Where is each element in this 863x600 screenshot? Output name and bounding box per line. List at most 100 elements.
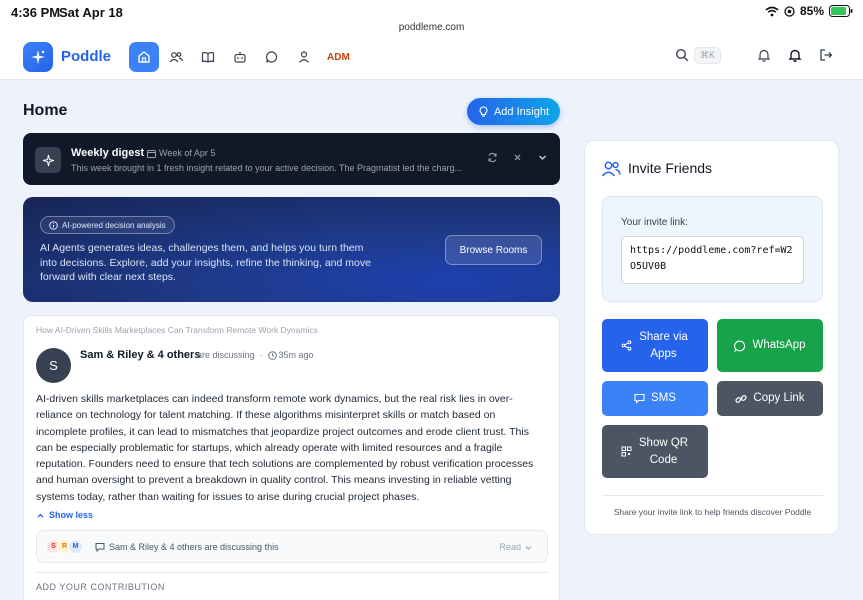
status-indicators: 85% [765, 4, 853, 18]
status-bar: 4:36 PM Sat Apr 18 poddleme.com 85% [0, 0, 863, 38]
users-icon [601, 161, 621, 177]
divider [36, 572, 548, 573]
user-icon [299, 51, 309, 63]
separator-dot: · [259, 350, 263, 360]
battery-percent: 85% [799, 4, 824, 18]
discussion-bar[interactable]: S R M Sam & Riley & 4 others are discuss… [36, 530, 548, 563]
brand-name[interactable]: Poddle [61, 48, 111, 65]
main-nav: ADM [129, 42, 350, 72]
invite-link-label: Your invite link: [621, 217, 688, 228]
digest-controls [487, 152, 548, 163]
nav-home-button[interactable] [129, 42, 159, 72]
info-icon [49, 220, 58, 230]
close-icon[interactable] [512, 152, 523, 163]
bot-icon [234, 52, 246, 63]
participant-avatars: S R M [46, 539, 83, 554]
discussion-summary: Sam & Riley & 4 others are discussing th… [95, 542, 279, 552]
invite-link-box: Your invite link: https://poddleme.com?r… [602, 196, 823, 302]
qr-code-icon [621, 446, 631, 457]
chat-icon [266, 51, 278, 63]
digest-week-label: Week of Apr 5 [159, 148, 216, 158]
copy-link-button[interactable]: Copy Link [717, 381, 823, 416]
alerts-button[interactable] [785, 45, 805, 65]
message-icon [634, 393, 645, 404]
whatsapp-button[interactable]: WhatsApp [717, 319, 823, 372]
avatar[interactable]: S [36, 348, 71, 383]
show-less-button[interactable]: Show less [36, 510, 93, 520]
lightbulb-icon [479, 106, 488, 117]
chevron-up-icon [37, 513, 44, 517]
status-date: Sat Apr 18 [59, 5, 123, 20]
contribution-heading: ADD YOUR CONTRIBUTION [36, 582, 165, 592]
top-navbar: Poddle ADM ⌘K [0, 38, 863, 80]
post-status: are discussing [197, 350, 255, 360]
calendar-icon [147, 149, 156, 158]
sms-button[interactable]: SMS [602, 381, 708, 416]
copy-link-label: Copy Link [753, 392, 805, 404]
digest-week: Week of Apr 5 [147, 148, 215, 158]
post-meta: are discussing · 35m ago [197, 350, 314, 360]
search-shortcut: ⌘K [693, 46, 721, 64]
nav-actions: ⌘K [675, 45, 836, 65]
invite-title: Invite Friends [628, 160, 713, 176]
sms-label: SMS [651, 392, 676, 404]
refresh-icon[interactable] [487, 152, 498, 163]
logout-button[interactable] [816, 45, 836, 65]
nav-users-button[interactable] [161, 42, 191, 72]
wifi-icon [765, 6, 779, 16]
invite-footer-text: Share your invite link to help friends d… [613, 507, 812, 517]
show-qr-code-button[interactable]: Show QR Code [602, 425, 708, 478]
nav-agents-button[interactable] [225, 42, 255, 72]
read-toggle[interactable]: Read [499, 542, 533, 552]
add-insight-button[interactable]: Add Insight [467, 98, 560, 125]
divider [602, 495, 823, 496]
nav-chat-button[interactable] [257, 42, 287, 72]
chevron-down-icon [525, 545, 532, 550]
notifications-button[interactable] [754, 45, 774, 65]
post-author[interactable]: Sam & Riley & 4 others [80, 349, 200, 361]
invite-link-field[interactable]: https://poddleme.com?ref=W2O5UV0B [621, 236, 804, 284]
chevron-down-icon[interactable] [537, 152, 548, 163]
nav-profile-button[interactable] [289, 42, 319, 72]
show-qr-code-label: Show QR Code [638, 436, 689, 466]
share-via-apps-button[interactable]: Share via Apps [602, 319, 708, 372]
digest-title: Weekly digest [71, 147, 145, 159]
weekly-digest-banner[interactable]: Weekly digest Week of Apr 5 This week br… [23, 133, 560, 185]
share-icon [621, 340, 631, 351]
status-time: 4:36 PM [11, 5, 61, 20]
home-icon [138, 51, 150, 63]
search-icon[interactable] [675, 48, 689, 62]
ai-badge: AI-powered decision analysis [40, 216, 175, 234]
battery-icon [829, 5, 853, 17]
clock-icon [267, 350, 277, 360]
logo-icon[interactable] [23, 42, 53, 72]
read-label: Read [499, 542, 521, 552]
invite-friends-panel: Invite Friends Your invite link: https:/… [584, 140, 839, 535]
ai-hero-banner: AI-powered decision analysis AI Agents g… [23, 197, 560, 302]
nav-library-button[interactable] [193, 42, 223, 72]
link-icon [735, 394, 748, 403]
show-less-label: Show less [49, 510, 94, 520]
browser-url[interactable]: poddleme.com [0, 22, 863, 33]
insight-post-card: How AI-Driven Skills Marketplaces Can Tr… [23, 315, 560, 600]
post-time: 35m ago [278, 350, 314, 360]
share-via-apps-label: Share via Apps [639, 330, 688, 360]
logout-icon [820, 49, 833, 61]
page-title: Home [23, 102, 68, 119]
post-body: AI-driven skills marketplaces can indeed… [36, 393, 534, 503]
bell-icon [757, 49, 771, 62]
browse-rooms-button[interactable]: Browse Rooms [445, 235, 542, 265]
bell-icon [788, 49, 802, 62]
book-icon [201, 52, 215, 63]
message-icon [95, 543, 105, 552]
sparkle-icon [35, 147, 61, 173]
discussion-text: Sam & Riley & 4 others are discussing th… [109, 542, 279, 552]
add-insight-label: Add Insight [493, 105, 550, 118]
whatsapp-label: WhatsApp [752, 339, 806, 351]
users-icon [169, 52, 183, 63]
whatsapp-icon [734, 340, 746, 352]
digest-summary: This week brought in 1 fresh insight rel… [71, 163, 463, 173]
post-topic[interactable]: How AI-Driven Skills Marketplaces Can Tr… [36, 325, 318, 335]
nav-admin-link[interactable]: ADM [327, 52, 350, 63]
participant-avatar: M [68, 539, 83, 554]
